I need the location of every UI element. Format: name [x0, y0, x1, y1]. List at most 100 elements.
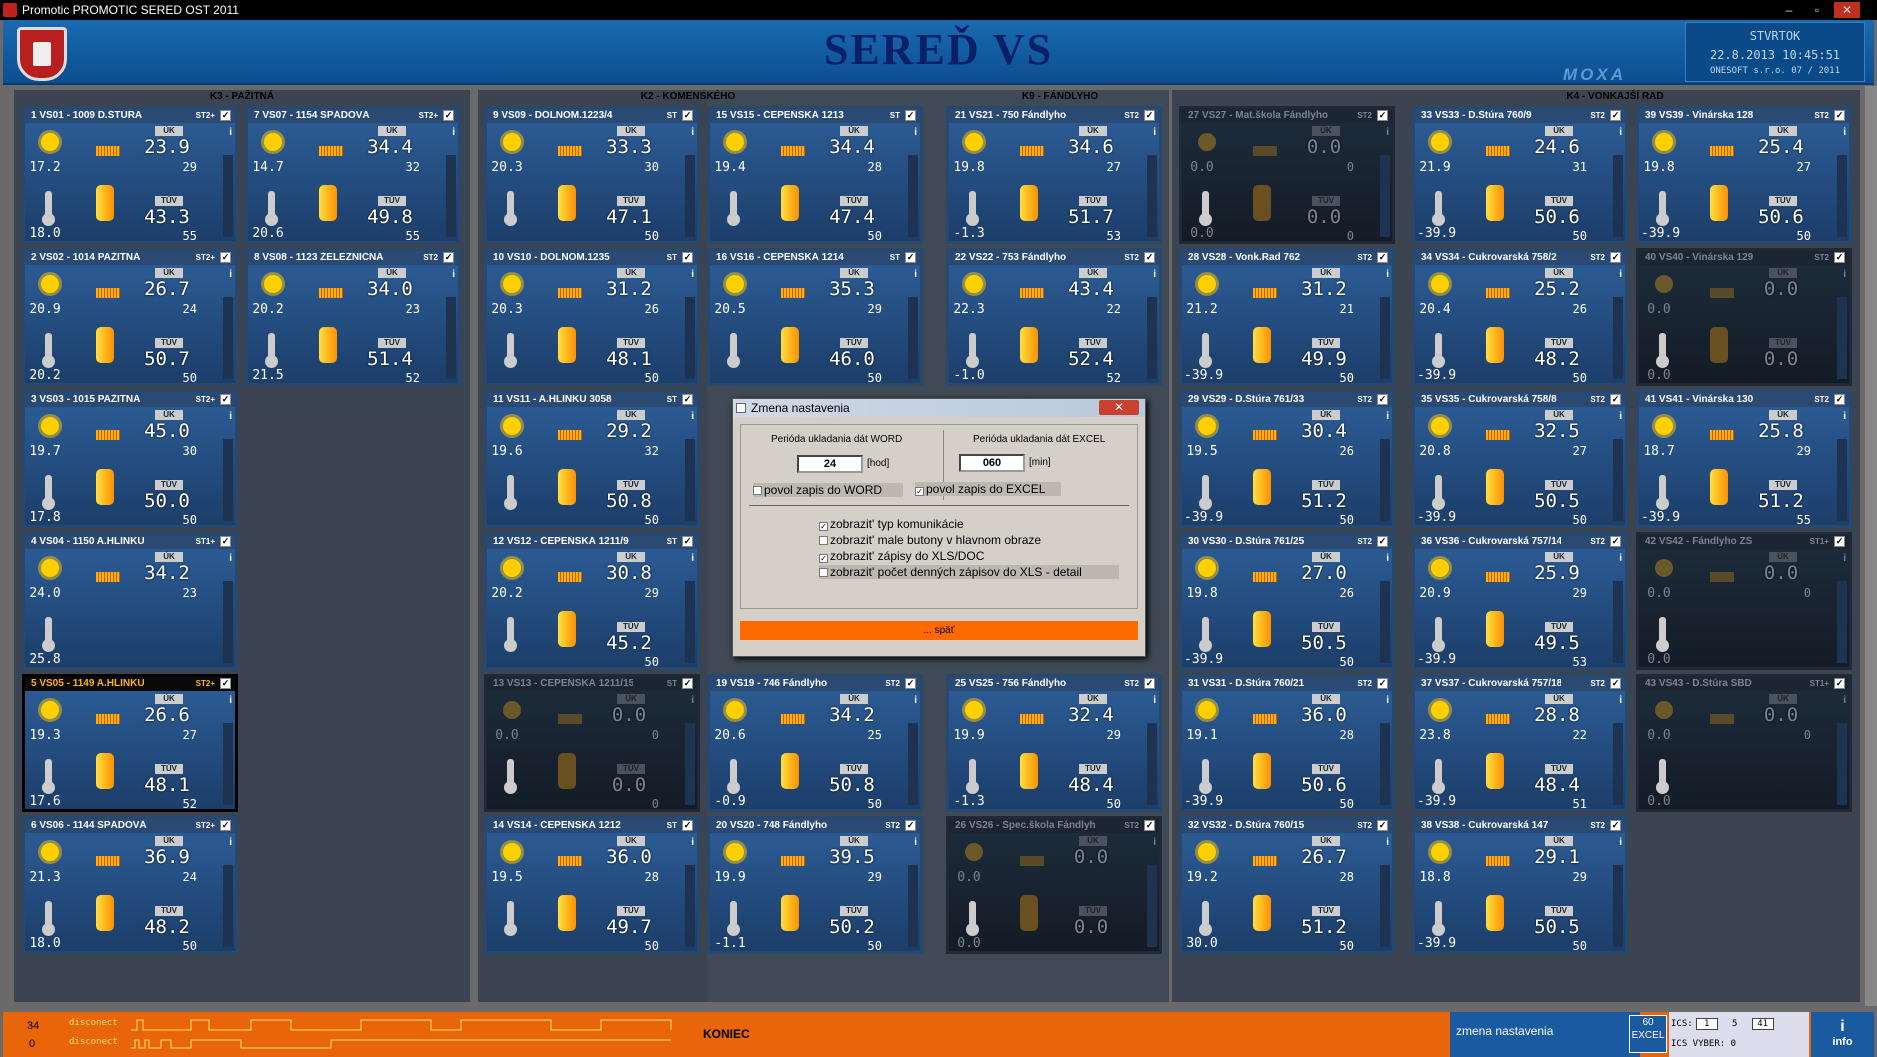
- station-enable-checkbox[interactable]: ✓: [1834, 110, 1845, 121]
- side-buttons[interactable]: [1147, 723, 1157, 805]
- side-buttons[interactable]: [1380, 297, 1390, 379]
- side-buttons[interactable]: [223, 297, 233, 379]
- station-info-icon[interactable]: i: [229, 269, 232, 280]
- option-checkbox-1[interactable]: ✓ zobrazit' typ komunikácie: [819, 517, 964, 531]
- station-info-icon[interactable]: i: [1619, 695, 1622, 706]
- station-info-icon[interactable]: i: [691, 411, 694, 422]
- side-buttons[interactable]: [1613, 297, 1623, 379]
- side-buttons[interactable]: [446, 297, 456, 379]
- station-tile[interactable]: 25 VS25 - 756 Fándlyho ST2 ✓ 19.9 -1.3 ÚK 32.4…: [946, 674, 1162, 812]
- koniec-button[interactable]: KONIEC: [703, 1027, 750, 1041]
- station-info-icon[interactable]: i: [1386, 127, 1389, 138]
- station-tile[interactable]: 37 VS37 - Cukrovarská 757/18 ST2 ✓ 23.8 -39.…: [1412, 674, 1628, 812]
- station-enable-checkbox[interactable]: ✓: [1377, 394, 1388, 405]
- station-info-icon[interactable]: i: [691, 837, 694, 848]
- settings-button[interactable]: zmena nastavenia: [1450, 1012, 1640, 1057]
- station-enable-checkbox[interactable]: ✓: [1834, 252, 1845, 263]
- station-enable-checkbox[interactable]: ✓: [1834, 536, 1845, 547]
- station-info-icon[interactable]: i: [691, 553, 694, 564]
- side-buttons[interactable]: [1147, 865, 1157, 947]
- station-tile[interactable]: 27 VS27 - Mat.škola Fándlyho ST2 ✓ 0.0 0.0 ÚK…: [1179, 106, 1395, 244]
- option-checkbox-4[interactable]: zobrazit' počet denných zápisov do XLS -…: [819, 565, 1119, 579]
- station-tile[interactable]: 8 VS08 - 1123 ŽELEZNIČNÁ ST2 ✓ 20.2 21.5 ÚK 34…: [245, 248, 461, 386]
- station-info-icon[interactable]: i: [1153, 269, 1156, 280]
- side-buttons[interactable]: [1613, 155, 1623, 237]
- station-info-icon[interactable]: i: [1386, 411, 1389, 422]
- word-enable-checkbox[interactable]: povol zapis do WORD: [753, 483, 903, 497]
- station-enable-checkbox[interactable]: ✓: [1610, 110, 1621, 121]
- side-buttons[interactable]: [685, 155, 695, 237]
- station-enable-checkbox[interactable]: ✓: [1377, 110, 1388, 121]
- station-enable-checkbox[interactable]: ✓: [905, 110, 916, 121]
- station-info-icon[interactable]: i: [1153, 837, 1156, 848]
- station-tile[interactable]: 3 VS03 - 1015 PAŽITNÁ ST2+ ✓ 19.7 17.8 ÚK 45.0…: [22, 390, 238, 528]
- station-enable-checkbox[interactable]: ✓: [1610, 536, 1621, 547]
- station-enable-checkbox[interactable]: ✓: [1377, 678, 1388, 689]
- side-buttons[interactable]: [685, 581, 695, 663]
- station-info-icon[interactable]: i: [452, 127, 455, 138]
- station-info-icon[interactable]: i: [229, 553, 232, 564]
- station-info-icon[interactable]: i: [1843, 411, 1846, 422]
- back-button[interactable]: ... späť: [740, 621, 1138, 640]
- station-enable-checkbox[interactable]: ✓: [905, 252, 916, 263]
- station-tile[interactable]: 29 VS29 - D.Štúra 761/33 ST2 ✓ 19.5 -39.9 ÚK 3…: [1179, 390, 1395, 528]
- side-buttons[interactable]: [1147, 155, 1157, 237]
- info-button[interactable]: i info: [1811, 1012, 1874, 1057]
- station-enable-checkbox[interactable]: ✓: [905, 678, 916, 689]
- station-tile[interactable]: 16 VS16 - ČEPEŇSKÁ 1214 ST ✓ 20.5 ÚK 35.3 29 TÚ…: [707, 248, 923, 386]
- station-info-icon[interactable]: i: [691, 695, 694, 706]
- station-tile[interactable]: 19 VS19 - 746 Fándlyho ST2 ✓ 20.6 -0.9 ÚK 34.2…: [707, 674, 923, 812]
- station-enable-checkbox[interactable]: ✓: [443, 110, 454, 121]
- station-tile[interactable]: 41 VS41 - Vinárska 130 ST2 ✓ 18.7 -39.9 ÚK 25.…: [1636, 390, 1852, 528]
- station-tile[interactable]: 31 VS31 - D.Štúra 760/21 ST2 ✓ 19.1 -39.9 ÚK 3…: [1179, 674, 1395, 812]
- side-buttons[interactable]: [446, 155, 456, 237]
- station-info-icon[interactable]: i: [1619, 269, 1622, 280]
- side-buttons[interactable]: [1837, 297, 1847, 379]
- station-info-icon[interactable]: i: [1153, 127, 1156, 138]
- station-enable-checkbox[interactable]: ✓: [1834, 394, 1845, 405]
- station-tile[interactable]: 4 VS04 - 1150 A.HLINKU ST1+ ✓ 24.0 25.8 ÚK 34.…: [22, 532, 238, 670]
- station-info-icon[interactable]: i: [452, 269, 455, 280]
- station-tile[interactable]: 35 VS35 - Cukrovarská 758/8 ST2 ✓ 20.8 -39.9…: [1412, 390, 1628, 528]
- side-buttons[interactable]: [908, 723, 918, 805]
- side-buttons[interactable]: [1380, 155, 1390, 237]
- station-enable-checkbox[interactable]: ✓: [1144, 252, 1155, 263]
- side-buttons[interactable]: [1613, 581, 1623, 663]
- station-info-icon[interactable]: i: [1619, 837, 1622, 848]
- station-info-icon[interactable]: i: [691, 127, 694, 138]
- station-enable-checkbox[interactable]: ✓: [1610, 820, 1621, 831]
- station-tile[interactable]: 11 VS11 - A.HLINKU 3058 ST ✓ 19.6 ÚK 29.2 32 TÚ…: [484, 390, 700, 528]
- station-tile[interactable]: 38 VS38 - Cukrovarská 147 ST2 ✓ 18.8 -39.9 ÚK…: [1412, 816, 1628, 954]
- station-enable-checkbox[interactable]: ✓: [220, 678, 231, 689]
- station-info-icon[interactable]: i: [914, 127, 917, 138]
- station-enable-checkbox[interactable]: ✓: [1610, 252, 1621, 263]
- station-enable-checkbox[interactable]: ✓: [220, 252, 231, 263]
- side-buttons[interactable]: [685, 723, 695, 805]
- excel-enable-checkbox[interactable]: ✓ povol zapis do EXCEL: [915, 482, 1061, 496]
- station-info-icon[interactable]: i: [1619, 127, 1622, 138]
- side-buttons[interactable]: [908, 155, 918, 237]
- station-info-icon[interactable]: i: [914, 269, 917, 280]
- station-info-icon[interactable]: i: [1843, 269, 1846, 280]
- station-tile[interactable]: 34 VS34 - Cukrovarská 758/2 ST2 ✓ 20.4 -39.9…: [1412, 248, 1628, 386]
- station-tile[interactable]: 33 VS33 - D.Štúra 760/9 ST2 ✓ 21.9 -39.9 ÚK 24…: [1412, 106, 1628, 244]
- station-enable-checkbox[interactable]: ✓: [682, 820, 693, 831]
- close-button[interactable]: ✕: [1834, 2, 1860, 18]
- station-tile[interactable]: 2 VS02 - 1014 PAŽITNÁ ST2+ ✓ 20.9 20.2 ÚK 26.7…: [22, 248, 238, 386]
- station-info-icon[interactable]: i: [914, 695, 917, 706]
- word-period-input[interactable]: 24: [797, 455, 863, 473]
- vertical-scrollbar[interactable]: [1865, 86, 1877, 1006]
- station-enable-checkbox[interactable]: ✓: [443, 252, 454, 263]
- station-enable-checkbox[interactable]: ✓: [1377, 820, 1388, 831]
- side-buttons[interactable]: [1380, 439, 1390, 521]
- station-tile[interactable]: 12 VS12 - ČEPEŇSKÁ 1211/9 ST ✓ 20.2 ÚK 30.8 29…: [484, 532, 700, 670]
- station-enable-checkbox[interactable]: ✓: [220, 110, 231, 121]
- station-tile[interactable]: 42 VS42 - Fándlyho ZŠ ST1+ ✓ 0.0 0.0 ÚK 0.0 0 i: [1636, 532, 1852, 670]
- station-info-icon[interactable]: i: [1386, 695, 1389, 706]
- station-tile[interactable]: 15 VS15 - ČEPEŇSKÁ 1213 ST ✓ 19.4 ÚK 34.4 28 TÚ…: [707, 106, 923, 244]
- station-info-icon[interactable]: i: [229, 411, 232, 422]
- station-tile[interactable]: 13 VS13 - ČEPEŇSKÁ 1211/15 ST ✓ 0.0 ÚK 0.0 0 TÚ…: [484, 674, 700, 812]
- station-enable-checkbox[interactable]: ✓: [1144, 820, 1155, 831]
- side-buttons[interactable]: [1380, 865, 1390, 947]
- station-enable-checkbox[interactable]: ✓: [220, 394, 231, 405]
